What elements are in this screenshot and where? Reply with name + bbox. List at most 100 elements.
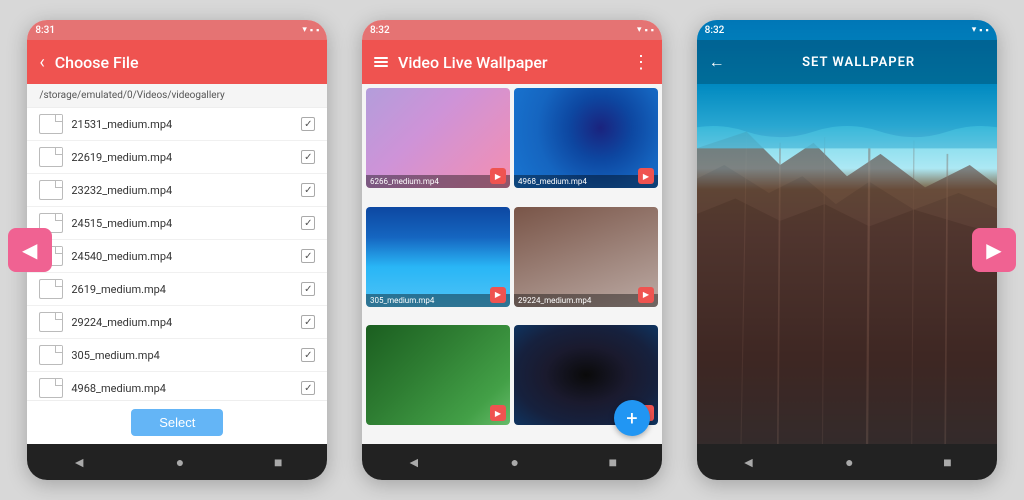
list-item[interactable]: 21531_medium.mp4 ✓ bbox=[27, 108, 327, 141]
status-time-3: 8:32 bbox=[705, 25, 725, 36]
file-icon bbox=[39, 345, 63, 365]
select-button[interactable]: Select bbox=[131, 409, 223, 436]
bottom-nav-3: ◄ ● ■ bbox=[697, 444, 997, 480]
phone-1: 8:31 ▾ ▪ ▪ ‹ Choose File /storage/emulat… bbox=[27, 20, 327, 480]
file-name: 24540_medium.mp4 bbox=[71, 250, 293, 263]
app-bar-title-1: Choose File bbox=[55, 53, 316, 72]
nav-home-1[interactable]: ● bbox=[176, 454, 184, 471]
list-item[interactable]: 24540_medium.mp4 ✓ bbox=[27, 240, 327, 273]
file-checkbox[interactable]: ✓ bbox=[301, 348, 315, 362]
file-name: 305_medium.mp4 bbox=[71, 349, 293, 362]
list-item[interactable]: 4968_medium.mp4 ✓ bbox=[27, 372, 327, 400]
set-wallpaper-bar: ← SET WALLPAPER bbox=[697, 40, 997, 84]
file-icon bbox=[39, 378, 63, 398]
video-thumb[interactable]: ▶ bbox=[366, 325, 510, 425]
app-bar-title-2: Video Live Wallpaper bbox=[398, 53, 622, 72]
app-bar-1: ‹ Choose File bbox=[27, 40, 327, 84]
nav-back-3[interactable]: ◄ bbox=[742, 454, 756, 471]
play-icon: ▶ bbox=[490, 405, 506, 421]
hamburger-icon[interactable] bbox=[374, 57, 388, 67]
file-checkbox[interactable]: ✓ bbox=[301, 381, 315, 395]
battery-icon-2: ▪ bbox=[651, 25, 654, 36]
list-item[interactable]: 23232_medium.mp4 ✓ bbox=[27, 174, 327, 207]
wifi-icon-2: ▪ bbox=[645, 25, 648, 36]
select-btn-row: Select bbox=[27, 400, 327, 444]
phone-3: 8:32 ▾ ▪ ▪ ← SET WALLPAPER ◄ ● ■ bbox=[697, 20, 997, 480]
app-bar-2: Video Live Wallpaper ⋮ bbox=[362, 40, 662, 84]
left-arrow-button[interactable]: ▶ bbox=[8, 228, 52, 272]
file-checkbox[interactable]: ✓ bbox=[301, 315, 315, 329]
signal-icon-3: ▾ bbox=[972, 25, 977, 35]
thumb-image bbox=[366, 88, 510, 188]
file-checkbox[interactable]: ✓ bbox=[301, 249, 315, 263]
thumb-image bbox=[514, 88, 658, 188]
file-checkbox[interactable]: ✓ bbox=[301, 282, 315, 296]
file-checkbox[interactable]: ✓ bbox=[301, 183, 315, 197]
bottom-nav-2: ◄ ● ■ bbox=[362, 444, 662, 480]
right-arrow-icon: ▶ bbox=[986, 238, 1001, 262]
path-bar: /storage/emulated/0/Videos/videogallery bbox=[27, 84, 327, 108]
nav-home-3[interactable]: ● bbox=[845, 454, 853, 471]
file-checkbox[interactable]: ✓ bbox=[301, 216, 315, 230]
file-icon bbox=[39, 180, 63, 200]
wifi-icon-3: ▪ bbox=[979, 25, 982, 36]
wallpaper-content: 8:32 ▾ ▪ ▪ ← SET WALLPAPER bbox=[697, 20, 997, 444]
video-thumb[interactable]: 6266_medium.mp4 ▶ bbox=[366, 88, 510, 188]
back-icon-1[interactable]: ‹ bbox=[39, 52, 44, 73]
set-wallpaper-title: SET WALLPAPER bbox=[733, 55, 985, 70]
file-checkbox[interactable]: ✓ bbox=[301, 150, 315, 164]
nav-recent-1[interactable]: ■ bbox=[274, 454, 282, 471]
list-item[interactable]: 24515_medium.mp4 ✓ bbox=[27, 207, 327, 240]
status-bar-1: 8:31 ▾ ▪ ▪ bbox=[27, 20, 327, 40]
play-icon: ▶ bbox=[638, 287, 654, 303]
play-icon: ▶ bbox=[638, 168, 654, 184]
video-thumb[interactable]: 29224_medium.mp4 ▶ bbox=[514, 207, 658, 307]
file-icon bbox=[39, 147, 63, 167]
right-arrow-button[interactable]: ▶ bbox=[972, 228, 1016, 272]
bottom-nav-1: ◄ ● ■ bbox=[27, 444, 327, 480]
file-chooser-content: /storage/emulated/0/Videos/videogallery … bbox=[27, 84, 327, 444]
file-name: 21531_medium.mp4 bbox=[71, 118, 293, 131]
file-name: 2619_medium.mp4 bbox=[71, 283, 293, 296]
file-name: 4968_medium.mp4 bbox=[71, 382, 293, 395]
status-time-2: 8:32 bbox=[370, 25, 390, 36]
signal-icon-2: ▾ bbox=[637, 25, 642, 35]
file-name: 24515_medium.mp4 bbox=[71, 217, 293, 230]
nav-home-2[interactable]: ● bbox=[510, 454, 518, 471]
nav-back-1[interactable]: ◄ bbox=[72, 454, 86, 471]
file-name: 23232_medium.mp4 bbox=[71, 184, 293, 197]
signal-icon: ▾ bbox=[302, 25, 307, 35]
list-item[interactable]: 2619_medium.mp4 ✓ bbox=[27, 273, 327, 306]
status-bar-2: 8:32 ▾ ▪ ▪ bbox=[362, 20, 662, 40]
nav-back-2[interactable]: ◄ bbox=[407, 454, 421, 471]
thumb-label: 305_medium.mp4 bbox=[366, 294, 510, 307]
status-icons-3: ▾ ▪ ▪ bbox=[972, 25, 989, 36]
thumb-label: 29224_medium.mp4 bbox=[514, 294, 658, 307]
video-thumb[interactable]: 305_medium.mp4 ▶ bbox=[366, 207, 510, 307]
file-name: 29224_medium.mp4 bbox=[71, 316, 293, 329]
file-checkbox[interactable]: ✓ bbox=[301, 117, 315, 131]
file-icon bbox=[39, 114, 63, 134]
more-icon-2[interactable]: ⋮ bbox=[632, 52, 650, 73]
battery-icon-3: ▪ bbox=[985, 25, 988, 36]
video-thumb[interactable]: 4968_medium.mp4 ▶ bbox=[514, 88, 658, 188]
status-time-1: 8:31 bbox=[35, 25, 55, 36]
fab-add-button[interactable]: + bbox=[614, 400, 650, 436]
file-list: 21531_medium.mp4 ✓ 22619_medium.mp4 ✓ 23… bbox=[27, 108, 327, 400]
list-item[interactable]: 29224_medium.mp4 ✓ bbox=[27, 306, 327, 339]
status-icons-2: ▾ ▪ ▪ bbox=[637, 25, 654, 36]
nav-recent-2[interactable]: ■ bbox=[609, 454, 617, 471]
thumb-image bbox=[366, 325, 510, 425]
file-name: 22619_medium.mp4 bbox=[71, 151, 293, 164]
list-item[interactable]: 305_medium.mp4 ✓ bbox=[27, 339, 327, 372]
back-icon-3[interactable]: ← bbox=[709, 52, 725, 72]
list-item[interactable]: 22619_medium.mp4 ✓ bbox=[27, 141, 327, 174]
play-icon: ▶ bbox=[490, 168, 506, 184]
thumb-label: 4968_medium.mp4 bbox=[514, 175, 658, 188]
nav-recent-3[interactable]: ■ bbox=[943, 454, 951, 471]
file-icon bbox=[39, 279, 63, 299]
play-icon: ▶ bbox=[490, 287, 506, 303]
file-icon bbox=[39, 312, 63, 332]
battery-icon: ▪ bbox=[316, 25, 319, 36]
thumb-label: 6266_medium.mp4 bbox=[366, 175, 510, 188]
